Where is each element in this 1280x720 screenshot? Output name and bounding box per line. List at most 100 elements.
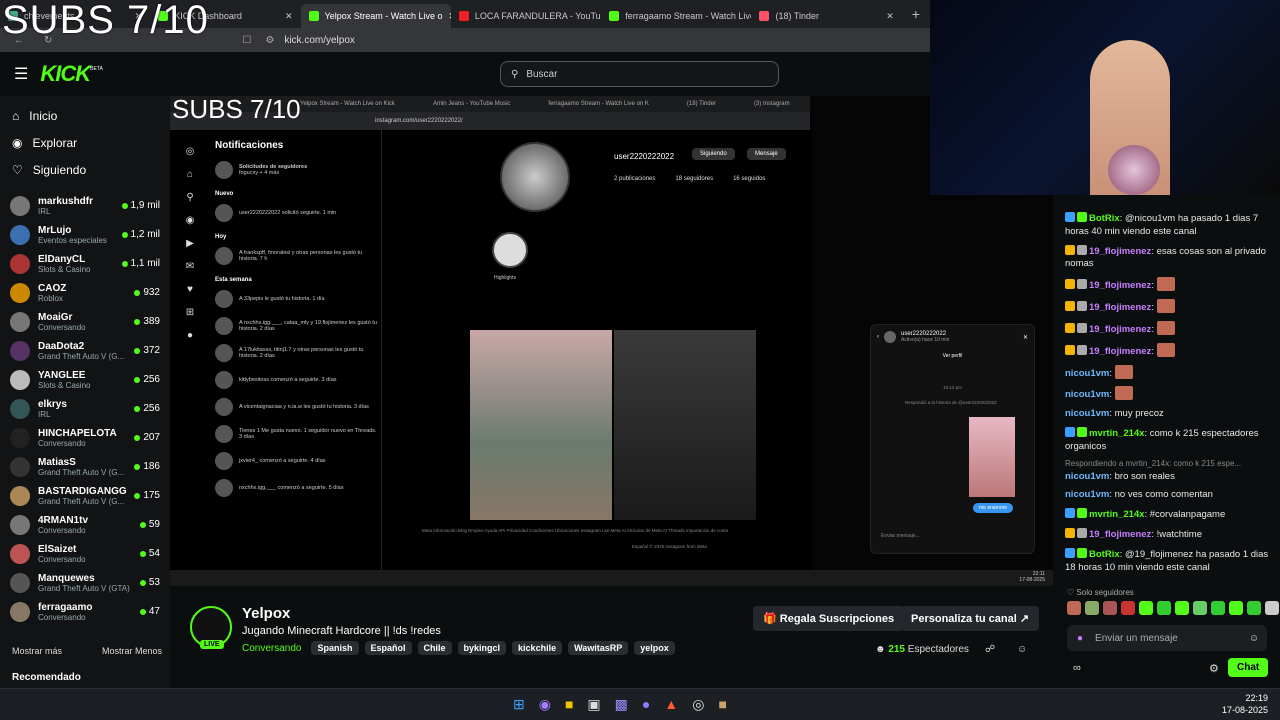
following-count[interactable]: 16 seguidos xyxy=(733,176,765,182)
browser-tab[interactable]: ferragaamo Stream - Watch Live on K✕ xyxy=(601,4,751,28)
chat-username[interactable]: mvrtin_214x xyxy=(1089,428,1144,439)
sidebar-channel[interactable]: Manquewes Grand Theft Auto V (GTA) 53 xyxy=(0,568,170,597)
clock[interactable]: 22:19 17-08-2025 xyxy=(1222,693,1268,716)
chat-username[interactable]: BotRix xyxy=(1089,549,1120,560)
stream-player[interactable]: Yelpox Stream - Watch Live on Kick Amin J… xyxy=(170,96,1053,586)
following-button[interactable]: Siguiendo xyxy=(692,148,735,160)
show-more-link[interactable]: Mostrar más xyxy=(12,646,62,656)
ig-notification[interactable]: A frankspff, fmoralesi y otras personas … xyxy=(215,245,381,267)
emote-icon[interactable] xyxy=(1067,601,1081,615)
hamburger-menu-icon[interactable]: ☰ xyxy=(14,64,28,84)
emote-icon[interactable] xyxy=(1103,601,1117,615)
followers-count[interactable]: 18 seguidores xyxy=(675,176,713,182)
settings-icon[interactable]: ⚙ xyxy=(1209,662,1219,675)
chat-username[interactable]: nicou1vm xyxy=(1065,489,1109,500)
emote-icon[interactable] xyxy=(1193,601,1207,615)
sidebar-channel[interactable]: BASTARDIGANGG Grand Theft Auto V (G... 175 xyxy=(0,481,170,510)
sidebar-channel[interactable]: elkrys IRL 256 xyxy=(0,394,170,423)
emote-icon[interactable] xyxy=(1247,601,1261,615)
close-tab-icon[interactable]: ✕ xyxy=(285,11,293,22)
bookmark-icon[interactable]: ☐ xyxy=(242,35,251,46)
ig-notification[interactable]: user2220222022 solicitó seguirte. 1 min xyxy=(215,202,381,224)
post-thumbnail-2[interactable] xyxy=(614,330,756,520)
follow-requests[interactable]: Solicitudes de seguidores fogucxy + 4 más xyxy=(215,159,381,181)
chat-send-button[interactable]: Chat xyxy=(1228,658,1269,677)
emote-icon[interactable] xyxy=(1175,601,1189,615)
site-info-icon[interactable]: ⚙ xyxy=(265,35,274,46)
ig-notification[interactable]: nxchhx.igg.___ comenzó a seguirte. 5 día… xyxy=(215,477,381,499)
sidebar-channel[interactable]: ElSaizet Conversando 54 xyxy=(0,539,170,568)
stream-tag[interactable]: Spanish xyxy=(311,641,359,655)
windows-start-icon[interactable]: ⊞ xyxy=(513,696,525,713)
emote-icon[interactable] xyxy=(1229,601,1243,615)
app-icon-1[interactable]: ◉ xyxy=(539,696,551,713)
stream-tag[interactable]: yelpox xyxy=(634,641,675,655)
share-icon[interactable]: ☍ xyxy=(985,644,995,655)
sidebar-channel[interactable]: ferragaamo Conversando 47 xyxy=(0,597,170,626)
ig-notification[interactable]: kittybesitoss comenzó a seguirte. 3 días xyxy=(215,369,381,391)
sidebar-channel[interactable]: HINCHAPELOTA Conversando 207 xyxy=(0,423,170,452)
post-thumbnail-1[interactable] xyxy=(470,330,612,520)
folder-icon[interactable]: ■ xyxy=(565,696,573,713)
ig-notification[interactable]: A vicentaignaciaa y n.ia.w les gustó tu … xyxy=(215,396,381,418)
chat-username[interactable]: 19_flojimenez xyxy=(1089,346,1151,357)
new-tab-button[interactable]: + xyxy=(902,6,930,22)
emote-icon[interactable] xyxy=(1121,601,1135,615)
chat-username[interactable]: nicou1vm xyxy=(1065,368,1109,379)
view-profile-button[interactable]: Ver perfil xyxy=(871,353,1034,359)
chat-username[interactable]: nicou1vm xyxy=(1065,389,1109,400)
message-button[interactable]: Mensaje xyxy=(747,148,786,160)
browser-tab[interactable]: (18) Tinder ✕ xyxy=(751,4,901,28)
chat-username[interactable]: nicou1vm xyxy=(1065,408,1109,419)
back-icon[interactable]: ‹ xyxy=(877,334,879,340)
emote-icon[interactable] xyxy=(1157,601,1171,615)
ig-notification[interactable]: A nxchhx.igg.___, cataa_mly y 19.flojime… xyxy=(215,315,381,337)
emote-icon[interactable] xyxy=(1139,601,1153,615)
highlight-circle[interactable] xyxy=(492,232,528,268)
store-icon[interactable]: ▣ xyxy=(587,696,600,713)
stream-tag[interactable]: Español xyxy=(364,641,412,655)
emote-icon[interactable] xyxy=(1265,601,1279,615)
points-icon[interactable]: ∞ xyxy=(1073,662,1081,674)
streamer-name[interactable]: Yelpox xyxy=(242,605,290,622)
chat-username[interactable]: BotRix xyxy=(1089,213,1120,224)
dm-input[interactable]: Enviar mensaje... xyxy=(881,533,920,539)
follow-icon[interactable]: ☺ xyxy=(1017,644,1027,655)
minecraft-icon[interactable]: ■ xyxy=(718,696,726,713)
sidebar-channel[interactable]: markushdfr IRL 1,9 mil xyxy=(0,191,170,220)
nav-following[interactable]: ♡ Siguiendo xyxy=(0,156,170,183)
sidebar-channel[interactable]: ElDanyCL Slots & Casino 1,1 mil xyxy=(0,249,170,278)
chat-username[interactable]: 19_flojimenez xyxy=(1089,246,1151,257)
discord-icon[interactable]: ● xyxy=(642,696,650,713)
stream-tag[interactable]: bykingcl xyxy=(457,641,507,655)
brave-icon[interactable]: ▲ xyxy=(664,696,678,713)
chat-username[interactable]: 19_flojimenez xyxy=(1089,302,1151,313)
sidebar-channel[interactable]: CAOZ Roblox 932 xyxy=(0,278,170,307)
chat-username[interactable]: mvrtin_214x xyxy=(1089,509,1144,520)
ig-notification[interactable]: jxvier4_ comenzó a seguirte. 4 días xyxy=(215,450,381,472)
ig-notification[interactable]: A 17lukitasss, titinj1.7 y otras persona… xyxy=(215,342,381,364)
close-tab-icon[interactable]: ✕ xyxy=(886,11,894,22)
mic-icon[interactable]: ● xyxy=(1077,633,1083,644)
close-icon[interactable]: ✕ xyxy=(1023,334,1028,341)
chat-input[interactable]: ● Enviar un mensaje ☺ xyxy=(1067,625,1267,651)
customize-channel-button[interactable]: Personaliza tu canal ↗ xyxy=(901,606,1040,631)
nav-explore[interactable]: ◉ Explorar xyxy=(0,129,170,156)
category-link[interactable]: Conversando xyxy=(242,643,301,654)
browser-tab[interactable]: LOCA FARANDULERA - YouTube✕ xyxy=(451,4,601,28)
ig-notification[interactable]: Tienes 1 Me gusta nuevo. 1 seguidor nuev… xyxy=(215,423,381,445)
premiere-icon[interactable]: ▩ xyxy=(615,696,628,713)
sidebar-channel[interactable]: 4RMAN1tv Conversando 59 xyxy=(0,510,170,539)
browser-tab[interactable]: Yelpox Stream - Watch Live o✕ xyxy=(300,4,451,28)
chat-username[interactable]: nicou1vm xyxy=(1065,471,1109,482)
sidebar-channel[interactable]: MoaiGr Conversando 389 xyxy=(0,307,170,336)
sidebar-channel[interactable]: MrLujo Eventos especiales 1,2 mil xyxy=(0,220,170,249)
url-text[interactable]: kick.com/yelpox xyxy=(284,35,355,46)
kick-logo[interactable]: KICK xyxy=(40,61,91,87)
show-less-link[interactable]: Mostrar Menos xyxy=(102,646,162,656)
emote-icon[interactable] xyxy=(1211,601,1225,615)
ig-notification[interactable]: A 33pepis le gustó tu historia. 1 día xyxy=(215,288,381,310)
chat-username[interactable]: 19_flojimenez xyxy=(1089,529,1151,540)
stream-tag[interactable]: WawitasRP xyxy=(568,641,629,655)
obs-icon[interactable]: ◎ xyxy=(692,696,704,713)
